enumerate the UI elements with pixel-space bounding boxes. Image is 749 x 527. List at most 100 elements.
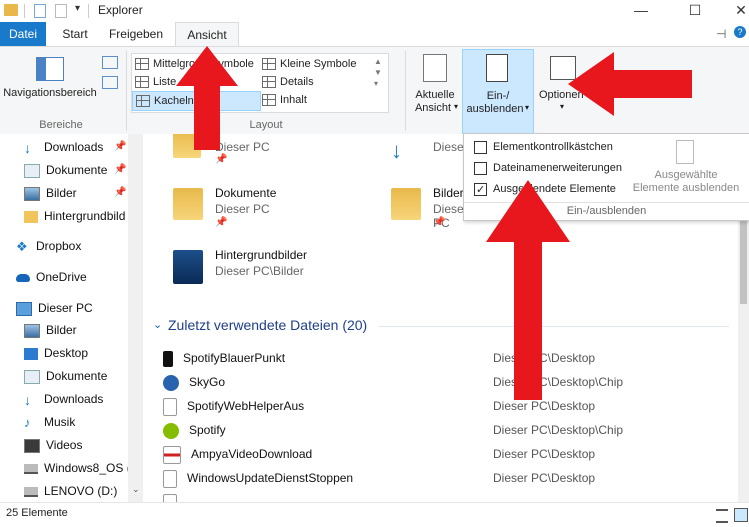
small-icons-icon	[262, 58, 276, 71]
pin-icon[interactable]: 📌	[215, 217, 227, 228]
new-folder-icon[interactable]	[55, 4, 67, 18]
layout-details[interactable]: Details	[262, 73, 314, 91]
nav-item-onedrive[interactable]: OneDrive	[0, 266, 144, 288]
pictures-icon	[24, 186, 40, 201]
title-bar: ▾ Explorer — ☐ ✕	[0, 0, 749, 22]
tile-hintergrundbilder[interactable]: Hintergrundbilder Dieser PC\Bilder	[169, 246, 389, 292]
nav-item-label: Downloads	[44, 140, 104, 154]
tab-datei[interactable]: Datei	[0, 22, 46, 46]
nav-item-label: Bilder	[46, 323, 77, 337]
layout-list[interactable]: Liste	[135, 73, 176, 91]
details-view-icon[interactable]	[716, 509, 728, 523]
folder-icon	[391, 188, 421, 220]
checkmark-icon: ✓	[476, 183, 486, 196]
layout-small-icons[interactable]: Kleine Symbole	[262, 55, 356, 73]
ribbon-separator	[126, 51, 127, 131]
help-icon[interactable]: ?	[734, 26, 746, 38]
recent-file-path: Dieser PC\Desktop\Chip	[493, 423, 624, 437]
current-view-label-1: Aktuelle	[415, 89, 455, 101]
nav-item-label: Downloads	[44, 392, 104, 406]
pin-icon[interactable]: 📌	[114, 164, 126, 175]
minimize-button[interactable]: —	[618, 0, 664, 22]
tab-start[interactable]: Start	[55, 22, 95, 46]
tile-location: Dieser PC	[215, 202, 270, 216]
image-file-icon	[163, 445, 181, 464]
details-pane-icon[interactable]	[102, 76, 118, 89]
maximize-button[interactable]: ☐	[672, 0, 718, 22]
recent-file-name: SkyGo	[189, 375, 226, 389]
hide-selected-icon	[676, 140, 694, 164]
spotify-icon	[163, 422, 179, 439]
content-icon	[262, 94, 276, 107]
nav-item-label: Dokumente	[46, 369, 108, 383]
nav-item-label: Bilder	[46, 186, 77, 200]
nav-item-label: Dropbox	[36, 239, 82, 253]
show-hide-label-1: Ein-/	[486, 90, 510, 102]
layout-scroll-arrows[interactable]: ▲ ▼ ▾	[374, 56, 382, 89]
recent-row[interactable]: Spotify Dieser PC\Desktop\Chip	[163, 418, 723, 442]
tile-name: Hintergrundbilder	[215, 248, 308, 262]
document-icon	[163, 493, 177, 502]
videos-icon	[24, 438, 40, 453]
recent-file-name: SpotifyWebHelperAus	[187, 399, 305, 413]
pin-ribbon-icon[interactable]: ⊣	[716, 27, 726, 41]
checkbox[interactable]	[474, 140, 487, 154]
pin-icon[interactable]: 📌	[114, 141, 126, 152]
annotation-arrow-up-hidden-items	[486, 180, 570, 400]
checkbox-label: Dateinamenerweiterungen	[493, 162, 623, 174]
title-separator	[88, 4, 89, 18]
pin-icon[interactable]: 📌	[215, 154, 227, 165]
details-icon	[262, 76, 276, 89]
tab-freigeben[interactable]: Freigeben	[104, 22, 168, 46]
nav-item-label: Videos	[46, 438, 83, 452]
ribbon-tabs: Datei Start Freigeben Ansicht ⊣ ?	[0, 22, 749, 46]
nav-item-label: OneDrive	[36, 270, 87, 284]
recent-row[interactable]: SpotifyWebHelperAus Dieser PC\Desktop	[163, 394, 723, 418]
download-icon: ↓	[24, 391, 31, 408]
recent-row[interactable]: SpotifyBlauerPunkt Dieser PC\Desktop	[163, 346, 723, 370]
customize-toolbar-icon[interactable]: ▾	[75, 3, 80, 14]
tiles-icon	[136, 95, 150, 108]
tiles-view-icon[interactable]	[734, 508, 748, 522]
recent-row[interactable]: AmpyaVideoDownload Dieser PC\Desktop	[163, 442, 723, 466]
tile-location: Dieser PC\Bilder	[215, 264, 304, 278]
download-folder-icon[interactable]: ↓	[391, 138, 402, 164]
scroll-down-icon[interactable]: ⌄	[132, 484, 140, 495]
pin-icon[interactable]: 📌	[114, 187, 126, 198]
close-button[interactable]: ✕	[718, 0, 749, 22]
pictures-icon	[24, 323, 40, 338]
show-hide-icon	[486, 54, 508, 82]
layout-content[interactable]: Inhalt	[262, 91, 307, 109]
layout-list-label: Liste	[153, 76, 177, 88]
checkbox-item-check-boxes[interactable]: Elementkontrollkästchen	[474, 138, 613, 156]
preview-pane-icon[interactable]	[102, 56, 118, 69]
checkbox[interactable]	[474, 161, 487, 175]
item-count: 25 Elemente	[6, 507, 68, 519]
layout-small-icons-label: Kleine Symbole	[280, 58, 357, 70]
recent-row[interactable]: SkyGo Dieser PC\Desktop\Chip	[163, 370, 723, 394]
pin-icon[interactable]: 📌	[433, 217, 445, 228]
navigation-pane-button[interactable]: Navigationsbereich	[2, 53, 98, 105]
tile-name: Bilder	[433, 186, 464, 200]
properties-icon[interactable]	[34, 4, 46, 18]
tile-dokumente[interactable]: Dokumente Dieser PC 📌	[169, 184, 369, 230]
recent-row[interactable]: WindowsUpdateDienstStoppen Dieser PC\Desk…	[163, 466, 723, 490]
chevron-down-icon[interactable]: ⌄	[153, 318, 162, 331]
show-hide-label-2: ausblenden	[466, 103, 524, 115]
nav-item-dropbox[interactable]: ❖ Dropbox	[0, 235, 144, 257]
tile-bilder[interactable]: Bilder Dieser PC 📌	[387, 184, 468, 230]
nav-item-label: Desktop	[44, 346, 89, 360]
recent-row-partial[interactable]	[163, 490, 723, 502]
recent-files-header[interactable]: Zuletzt verwendete Dateien (20)	[168, 317, 367, 333]
nav-pane-scrollbar[interactable]: ⌄	[128, 134, 143, 502]
nav-item-dieser-pc[interactable]: Dieser PC	[0, 297, 144, 319]
recent-file-path: Dieser PC\Desktop	[493, 447, 596, 461]
checkbox-item-file-extensions[interactable]: Dateinamenerweiterungen	[474, 159, 622, 177]
tab-ansicht[interactable]: Ansicht	[175, 22, 239, 46]
onedrive-icon	[16, 273, 30, 282]
current-view-button[interactable]: Aktuelle Ansicht ▾	[410, 51, 460, 115]
skygo-icon	[163, 374, 179, 391]
show-hide-button[interactable]: Ein-/ ausblenden ▾	[462, 49, 534, 135]
hide-selected-items-button[interactable]: Ausgewählte Elemente ausblenden	[630, 138, 742, 200]
folder-app-icon	[4, 4, 18, 16]
